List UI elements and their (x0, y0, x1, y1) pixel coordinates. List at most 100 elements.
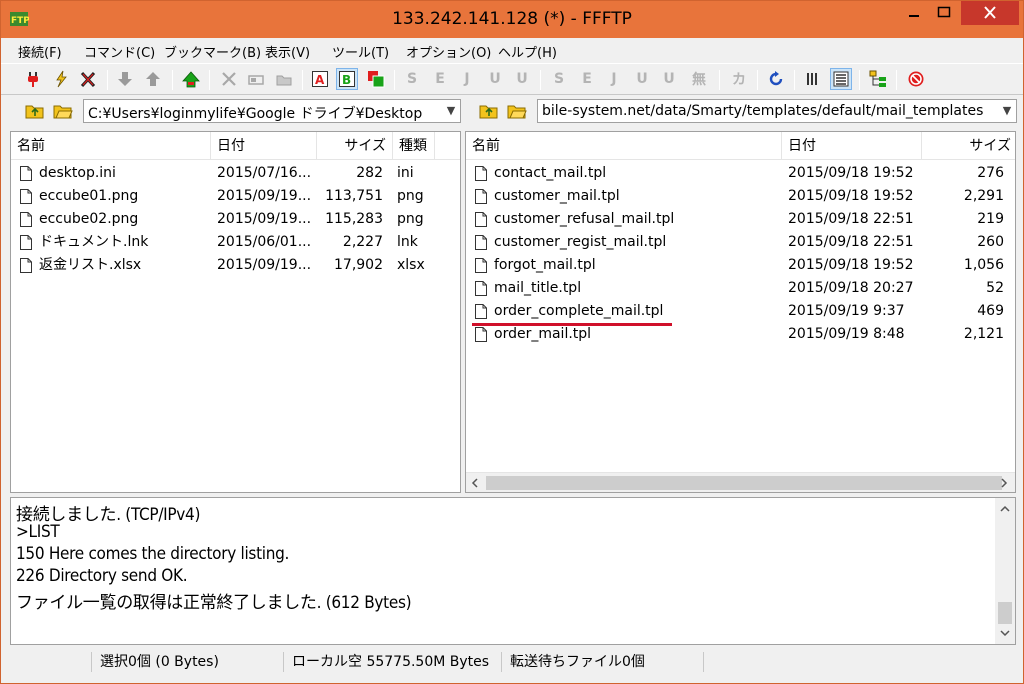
scroll-up-icon[interactable] (1000, 504, 1010, 514)
title-bar: FTP 133.242.141.128 (*) - FFFTP (1, 1, 1023, 38)
remote-path-select[interactable]: bile-system.net/data/Smarty/templates/de… (537, 99, 1017, 123)
rename-icon[interactable] (245, 68, 267, 90)
quick-connect-icon[interactable] (50, 68, 72, 90)
file-type: png (397, 188, 424, 204)
local-utf8-button[interactable]: U (631, 68, 653, 90)
local-sjis-button[interactable]: S (548, 68, 570, 90)
scroll-right-icon[interactable] (999, 478, 1009, 488)
file-icon (475, 327, 487, 342)
menu-command[interactable]: コマンド(C) (84, 42, 155, 61)
host-euc-button[interactable]: E (429, 68, 451, 90)
host-jis-button[interactable]: J (456, 68, 478, 90)
remote-col-date[interactable]: 日付 (782, 132, 922, 160)
menu-connect[interactable]: 接続(F) (18, 42, 62, 61)
list-view-icon[interactable] (802, 68, 824, 90)
chevron-down-icon[interactable]: ▼ (442, 100, 460, 122)
scroll-down-icon[interactable] (1000, 628, 1010, 638)
menu-view[interactable]: 表示(V) (265, 42, 310, 61)
file-row[interactable]: order_complete_mail.tpl 2015/09/19 9:37 46… (466, 300, 1015, 323)
file-icon (475, 258, 487, 273)
file-type: ini (397, 165, 414, 181)
chevron-down-icon[interactable]: ▼ (998, 100, 1016, 122)
mirror-upload-icon[interactable] (180, 68, 202, 90)
local-utf8bom-button[interactable]: U (658, 68, 680, 90)
host-utf8-button[interactable]: U (484, 68, 506, 90)
remote-up-folder-icon[interactable] (477, 100, 501, 122)
host-sjis-button[interactable]: S (401, 68, 423, 90)
scroll-thumb[interactable] (998, 602, 1012, 624)
file-name: customer_refusal_mail.tpl (494, 211, 675, 227)
remote-open-folder-icon[interactable] (505, 100, 529, 122)
local-path-select[interactable]: C:¥Users¥loginmylife¥Google ドライブ¥Desktop… (83, 99, 461, 123)
menu-options[interactable]: オプション(O) (406, 42, 491, 61)
file-name: contact_mail.tpl (494, 165, 607, 181)
scroll-left-icon[interactable] (470, 478, 480, 488)
file-size: 52 (986, 280, 1004, 296)
binary-mode-button[interactable]: B (336, 68, 358, 90)
status-local-free: ローカル空 55775.50M Bytes (283, 652, 499, 672)
local-jis-button[interactable]: J (603, 68, 625, 90)
log-line: ファイル一覧の取得は正常終了しました. (612 Bytes) (16, 593, 412, 613)
local-path-bar: C:¥Users¥loginmylife¥Google ドライブ¥Desktop… (1, 97, 463, 127)
scroll-thumb[interactable] (486, 476, 1002, 490)
mkdir-icon[interactable] (273, 68, 295, 90)
file-row[interactable]: customer_regist_mail.tpl 2015/09/18 22:51… (466, 231, 1015, 254)
refresh-icon[interactable] (765, 68, 787, 90)
minimize-button[interactable] (899, 1, 929, 25)
local-col-date[interactable]: 日付 (211, 132, 317, 160)
detail-view-icon[interactable] (830, 68, 852, 90)
local-up-folder-icon[interactable] (23, 100, 47, 122)
file-name: ドキュメント.lnk (39, 234, 149, 250)
local-file-list[interactable]: 名前 日付 サイズ 種類 desktop.ini 2015/07/16... 282… (10, 131, 461, 493)
file-date: 2015/09/19... (217, 257, 312, 273)
file-row[interactable]: 返金リスト.xlsx 2015/09/19... 17,902 xlsx (11, 254, 460, 277)
file-name: mail_title.tpl (494, 280, 582, 296)
auto-mode-button[interactable] (365, 68, 387, 90)
host-utf8bom-button[interactable]: U (511, 68, 533, 90)
file-row[interactable]: customer_refusal_mail.tpl 2015/09/18 22:5… (466, 208, 1015, 231)
close-button[interactable] (961, 1, 1019, 25)
file-row[interactable]: order_mail.tpl 2015/09/19 8:48 2,121 (466, 323, 1015, 346)
log-line: 226 Directory send OK. (16, 566, 188, 586)
ascii-mode-button[interactable]: A (309, 68, 331, 90)
remote-file-list[interactable]: 名前 日付 サイズ contact_mail.tpl 2015/09/18 19:… (465, 131, 1016, 493)
file-date: 2015/09/18 19:52 (788, 188, 914, 204)
no-conversion-button[interactable]: 無 (688, 68, 710, 90)
status-queue: 転送待ちファイル0個 (501, 652, 701, 672)
delete-icon[interactable] (218, 68, 240, 90)
file-row[interactable]: eccube01.png 2015/09/19... 113,751 png (11, 185, 460, 208)
file-row[interactable]: ドキュメント.lnk 2015/06/01... 2,227 lnk (11, 231, 460, 254)
log-vertical-scrollbar[interactable] (995, 498, 1015, 644)
local-open-folder-icon[interactable] (51, 100, 75, 122)
kana-conversion-button[interactable]: カ (728, 68, 750, 90)
menu-bookmark[interactable]: ブックマーク(B) (164, 42, 261, 61)
local-euc-button[interactable]: E (576, 68, 598, 90)
file-row[interactable]: mail_title.tpl 2015/09/18 20:27 52 (466, 277, 1015, 300)
file-row[interactable]: forgot_mail.tpl 2015/09/18 19:52 1,056 (466, 254, 1015, 277)
abort-icon[interactable] (905, 68, 927, 90)
file-name: desktop.ini (39, 165, 116, 181)
dir-tree-icon[interactable] (867, 68, 889, 90)
file-row[interactable]: desktop.ini 2015/07/16... 282 ini (11, 162, 460, 185)
file-row[interactable]: eccube02.png 2015/09/19... 115,283 png (11, 208, 460, 231)
local-col-size[interactable]: サイズ (317, 132, 393, 160)
file-row[interactable]: contact_mail.tpl 2015/09/18 19:52 276 (466, 162, 1015, 185)
remote-horizontal-scrollbar[interactable] (466, 472, 1015, 492)
file-type: lnk (397, 234, 418, 250)
upload-icon[interactable] (142, 68, 164, 90)
remote-col-size[interactable]: サイズ (922, 132, 1015, 160)
maximize-button[interactable] (929, 1, 959, 25)
local-col-type[interactable]: 種類 (393, 132, 435, 160)
menu-help[interactable]: ヘルプ(H) (498, 42, 557, 61)
file-size: 2,291 (963, 188, 1004, 204)
download-icon[interactable] (114, 68, 136, 90)
disconnect-icon[interactable] (77, 68, 99, 90)
close-icon (984, 6, 996, 19)
file-row[interactable]: customer_mail.tpl 2015/09/18 19:52 2,291 (466, 185, 1015, 208)
menu-tools[interactable]: ツール(T) (332, 42, 389, 61)
local-col-name[interactable]: 名前 (11, 132, 211, 160)
connect-icon[interactable] (22, 68, 44, 90)
status-bar: 選択0個 (0 Bytes) ローカル空 55775.50M Bytes 転送待… (1, 650, 1023, 674)
file-name: customer_regist_mail.tpl (494, 234, 667, 250)
remote-col-name[interactable]: 名前 (466, 132, 782, 160)
